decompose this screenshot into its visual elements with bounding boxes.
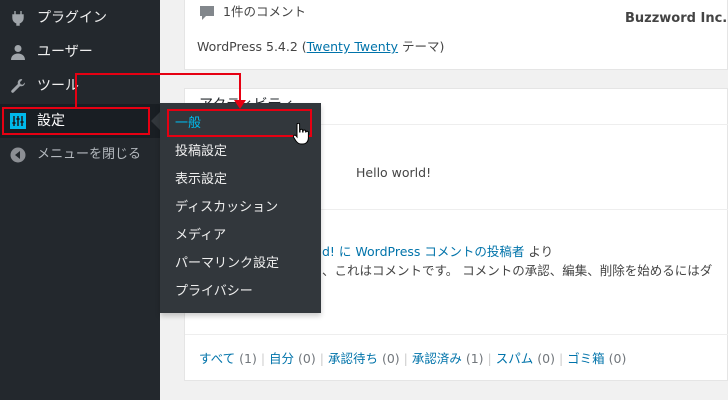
comment-post-link[interactable]: WordPress コメントの投稿者 xyxy=(355,244,524,259)
comment-excerpt: 、これはコメントです。 コメントの承認、編集、削除を始めるにはダ xyxy=(322,263,713,278)
sidebar-item-users[interactable]: ユーザー xyxy=(0,35,160,69)
sidebar-item-settings[interactable]: 設定 xyxy=(0,104,160,138)
admin-sidebar: プラグイン ユーザー ツール 設定 メニューを閉じる xyxy=(0,0,160,400)
filter-divider xyxy=(185,334,728,335)
filter-approved[interactable]: 承認済み (1) xyxy=(412,351,484,366)
sidebar-item-label: ツール xyxy=(37,78,79,94)
theme-suffix: テーマ) xyxy=(398,39,445,54)
wordpress-version-text: WordPress 5.4.2 (Twenty Twenty テーマ) xyxy=(197,38,444,56)
hand-cursor-icon xyxy=(293,123,309,145)
connector-line-v2 xyxy=(239,73,241,103)
plugin-icon xyxy=(12,11,24,26)
collapse-menu-button[interactable]: メニューを閉じる xyxy=(0,138,160,172)
filter-spam[interactable]: スパム (0) xyxy=(496,351,555,366)
theme-link[interactable]: Twenty Twenty xyxy=(307,39,398,54)
comment-suffix: より xyxy=(528,244,554,259)
comment-bubble-icon xyxy=(200,6,214,20)
sidebar-item-label: ユーザー xyxy=(37,44,93,60)
filter-all[interactable]: すべて (1) xyxy=(199,351,257,366)
submenu-item-general[interactable]: 一般 xyxy=(175,115,201,133)
settings-icon xyxy=(10,113,26,129)
connector-line-v1 xyxy=(75,73,77,108)
collapse-menu-icon xyxy=(10,147,26,163)
wp-version-label: WordPress 5.4.2 ( xyxy=(197,39,307,54)
submenu-item-media[interactable]: メディア xyxy=(175,227,226,245)
submenu-item-privacy[interactable]: プライバシー xyxy=(175,283,253,301)
user-icon xyxy=(11,45,25,60)
comment-author-fragment: d! に xyxy=(322,244,352,259)
filter-pending[interactable]: 承認待ち (0) xyxy=(328,351,400,366)
flyout-arrow xyxy=(151,112,160,130)
comment-count-link[interactable]: 1件のコメント xyxy=(223,3,306,21)
wrench-icon xyxy=(11,79,25,93)
filter-mine[interactable]: 自分 (0) xyxy=(269,351,316,366)
sidebar-item-label: メニューを閉じる xyxy=(37,147,142,162)
sidebar-item-label: プラグイン xyxy=(37,10,107,26)
comment-filter-bar: すべて (1) | 自分 (0) | 承認待ち (0) | 承認済み (1) |… xyxy=(199,351,627,366)
sidebar-item-plugins[interactable]: プラグイン xyxy=(0,1,160,35)
watermark: Buzzword Inc. xyxy=(625,11,728,26)
filter-trash[interactable]: ゴミ箱 (0) xyxy=(567,351,626,366)
at-a-glance-panel: 1件のコメント WordPress 5.4.2 (Twenty Twenty テ… xyxy=(184,0,728,70)
connector-line-h xyxy=(75,73,241,75)
recent-post-link[interactable]: Hello world! xyxy=(356,164,431,182)
submenu-item-writing[interactable]: 投稿設定 xyxy=(175,143,227,161)
comment-meta: d! に WordPress コメントの投稿者 より xyxy=(322,243,553,261)
sidebar-item-label: 設定 xyxy=(37,113,65,129)
connector-arrowhead xyxy=(234,100,246,109)
submenu-item-discussion[interactable]: ディスカッション xyxy=(175,199,278,217)
submenu-item-permalinks[interactable]: パーマリンク設定 xyxy=(175,255,279,273)
submenu-item-reading[interactable]: 表示設定 xyxy=(175,171,227,189)
